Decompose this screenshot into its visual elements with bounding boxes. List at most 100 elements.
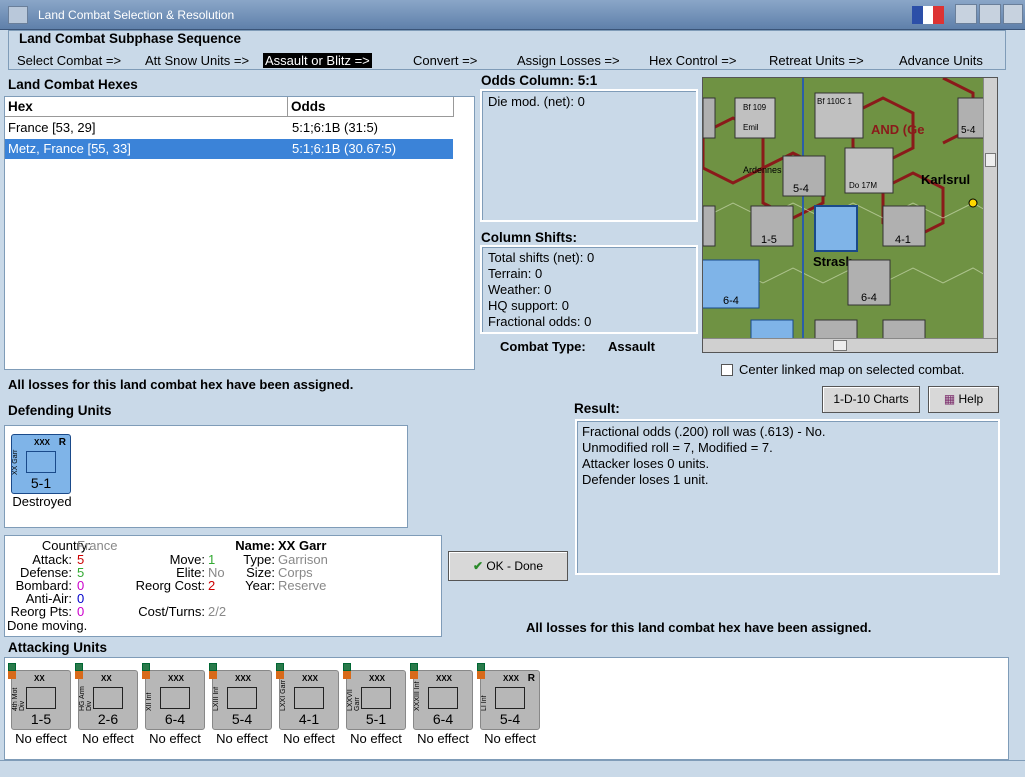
unit-symbol-icon bbox=[495, 687, 525, 709]
svg-text:6-4: 6-4 bbox=[723, 295, 739, 307]
map-svg: AND (Ge Karlsrul Ardennes Strasb Bf 109 … bbox=[703, 78, 997, 352]
table-row-selected[interactable]: Metz, France [55, 33] 5:1;6:1B (30.67:5) bbox=[5, 139, 453, 159]
svg-text:AND (Ge: AND (Ge bbox=[871, 122, 924, 137]
result-line: Unmodified roll = 7, Modified = 7. bbox=[582, 440, 773, 455]
map-vscroll[interactable] bbox=[983, 78, 997, 340]
svg-text:Emil: Emil bbox=[743, 123, 759, 132]
attacking-unit-counter[interactable]: XXX LXIII Inf 5-4 bbox=[209, 663, 272, 730]
status-dot-icon bbox=[477, 663, 485, 671]
unit-symbol-icon bbox=[294, 687, 324, 709]
attacking-unit-status: No effect bbox=[484, 731, 536, 746]
defending-units-box: XXX R XX Garr 5-1 Destroyed bbox=[4, 425, 408, 528]
close-button[interactable] bbox=[1003, 4, 1023, 24]
bottom-edge bbox=[0, 760, 1025, 777]
svg-text:4-1: 4-1 bbox=[895, 234, 911, 246]
sequence-step: Convert => bbox=[413, 53, 478, 68]
shift-line: Terrain: 0 bbox=[488, 266, 543, 281]
attacking-unit-counter[interactable]: XX HG Arm Div 2-6 bbox=[75, 663, 138, 730]
maximize-button[interactable] bbox=[979, 4, 1001, 24]
attacking-unit-status: No effect bbox=[15, 731, 67, 746]
sequence-step: Advance Units bbox=[899, 53, 983, 68]
shifts-box: Total shifts (net): 0 Terrain: 0 Weather… bbox=[480, 245, 698, 334]
svg-text:6-4: 6-4 bbox=[861, 292, 877, 304]
charts-button[interactable]: 1-D-10 Charts bbox=[822, 386, 920, 413]
map-vscroll-thumb[interactable] bbox=[985, 153, 996, 167]
svg-text:Bf 110C 1: Bf 110C 1 bbox=[817, 97, 853, 106]
status-dot-icon bbox=[8, 663, 16, 671]
svg-text:5-4: 5-4 bbox=[793, 183, 809, 195]
ok-done-button[interactable]: ✔ OK - Done bbox=[448, 551, 568, 581]
unit-symbol-icon bbox=[160, 687, 190, 709]
attacking-unit-counter[interactable]: XXX LXXI Garr 4-1 bbox=[276, 663, 339, 730]
sequence-step: Hex Control => bbox=[649, 53, 737, 68]
svg-text:1-5: 1-5 bbox=[761, 234, 777, 246]
garrison-symbol-icon bbox=[26, 451, 56, 473]
odds-box: Die mod. (net): 0 bbox=[480, 89, 698, 222]
unit-symbol-icon bbox=[361, 687, 391, 709]
linked-map[interactable]: AND (Ge Karlsrul Ardennes Strasb Bf 109 … bbox=[702, 77, 998, 353]
result-title: Result: bbox=[574, 401, 620, 416]
unit-symbol-icon bbox=[428, 687, 458, 709]
col-odds[interactable]: Odds bbox=[288, 97, 454, 117]
status-dot-icon bbox=[276, 663, 284, 671]
table-row[interactable]: France [53, 29] 5:1;6:1B (31:5) bbox=[5, 118, 453, 138]
unit-symbol-icon bbox=[227, 687, 257, 709]
map-hscroll[interactable] bbox=[703, 338, 997, 352]
die-mod: Die mod. (net): 0 bbox=[488, 94, 585, 109]
shift-line: HQ support: 0 bbox=[488, 298, 569, 313]
sequence-step: Assign Losses => bbox=[517, 53, 620, 68]
status-dot-icon bbox=[75, 663, 83, 671]
attacking-unit-status: No effect bbox=[216, 731, 268, 746]
shifts-title: Column Shifts: bbox=[481, 230, 577, 245]
help-button[interactable]: ▦ Help bbox=[928, 386, 999, 413]
svg-text:Ardennes: Ardennes bbox=[743, 165, 782, 175]
col-hex[interactable]: Hex bbox=[5, 97, 288, 117]
sequence-step: Att Snow Units => bbox=[145, 53, 250, 68]
status-dot-icon bbox=[142, 663, 150, 671]
window-titlebar: Land Combat Selection & Resolution bbox=[0, 0, 1025, 30]
sequence-step: Assault or Blitz => bbox=[263, 53, 372, 68]
attacking-unit-counter[interactable]: XX 4th Mot Div 1-5 bbox=[8, 663, 71, 730]
attacking-unit-counter[interactable]: XXX XII Inf 6-4 bbox=[142, 663, 205, 730]
result-line: Attacker loses 0 units. bbox=[582, 456, 710, 471]
defending-unit-status: Destroyed bbox=[12, 494, 72, 509]
attacking-unit-status: No effect bbox=[350, 731, 402, 746]
help-book-icon: ▦ bbox=[943, 392, 956, 406]
defending-unit-counter[interactable]: XXX R XX Garr 5-1 bbox=[11, 434, 71, 494]
result-box: Fractional odds (.200) roll was (.613) -… bbox=[575, 419, 1000, 575]
right-edge bbox=[1010, 30, 1025, 770]
attacking-unit-status: No effect bbox=[417, 731, 469, 746]
subphase-sequence: Land Combat Subphase Sequence Select Com… bbox=[8, 30, 1006, 70]
window-title: Land Combat Selection & Resolution bbox=[38, 8, 235, 22]
status-dot-icon bbox=[343, 663, 351, 671]
minimize-button[interactable] bbox=[955, 4, 977, 24]
svg-text:Do 17M: Do 17M bbox=[849, 181, 877, 190]
svg-text:Strasb: Strasb bbox=[813, 254, 854, 269]
unit-details: Country: France Attack: 5 Defense: 5 Bombar… bbox=[4, 535, 442, 637]
shift-line: Total shifts (net): 0 bbox=[488, 250, 595, 265]
window-icon bbox=[8, 6, 28, 24]
status-dot-icon bbox=[410, 663, 418, 671]
center-map-label: Center linked map on selected combat. bbox=[739, 362, 965, 377]
svg-text:5-4: 5-4 bbox=[961, 125, 976, 136]
svg-text:Karlsrul: Karlsrul bbox=[921, 172, 970, 187]
unit-symbol-icon bbox=[93, 687, 123, 709]
attacking-unit-counter[interactable]: XXX LXXVII Garr 5-1 bbox=[343, 663, 406, 730]
attacking-unit-status: No effect bbox=[149, 731, 201, 746]
hexes-title: Land Combat Hexes bbox=[8, 77, 138, 92]
status-dot-icon bbox=[209, 663, 217, 671]
sequence-step: Retreat Units => bbox=[769, 53, 864, 68]
attacking-unit-status: No effect bbox=[283, 731, 335, 746]
ok-label: OK - Done bbox=[486, 559, 544, 573]
combat-type-value: Assault bbox=[608, 339, 655, 354]
center-map-checkbox[interactable] bbox=[721, 364, 733, 376]
unit-symbol-icon bbox=[26, 687, 56, 709]
attacking-unit-counter[interactable]: XXX XXXIII Inf 6-4 bbox=[410, 663, 473, 730]
attacking-unit-status: No effect bbox=[82, 731, 134, 746]
svg-text:Bf 109: Bf 109 bbox=[743, 103, 767, 112]
losses-message: All losses for this land combat hex have… bbox=[8, 377, 354, 392]
map-hscroll-thumb[interactable] bbox=[833, 340, 847, 351]
sequence-step: Select Combat => bbox=[17, 53, 122, 68]
attacking-unit-counter[interactable]: XXX R LI Inf 5-4 bbox=[477, 663, 540, 730]
attacking-units-box: XX 4th Mot Div 1-5 No effect XX HG Arm Div 2-6… bbox=[4, 657, 1009, 760]
